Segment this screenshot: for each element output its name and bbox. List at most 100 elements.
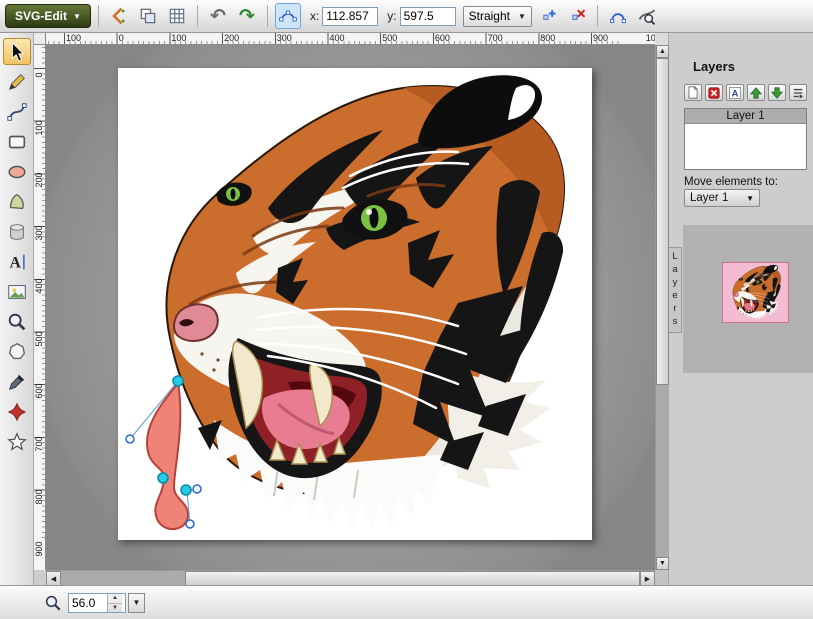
layers-panel-toggle-tab[interactable]: Layers: [669, 247, 682, 333]
toolbar-separator: [98, 5, 99, 27]
h-ruler: 1000100200300400500600700800900100: [46, 33, 655, 45]
polygon-tool-button[interactable]: [3, 338, 31, 365]
path-node-x-input[interactable]: [322, 7, 378, 26]
scroll-right-button[interactable]: ▶: [640, 571, 655, 586]
horizontal-scroll-thumb[interactable]: [185, 571, 640, 586]
back-button[interactable]: [106, 3, 132, 29]
path-anchor-node[interactable]: [158, 473, 168, 483]
zoom-tool-button[interactable]: [3, 308, 31, 335]
move-layer-down-button[interactable]: [768, 84, 786, 101]
zoom-spinner: ▲ ▼: [107, 594, 122, 612]
eyedropper-tool-button[interactable]: [3, 368, 31, 395]
image-tool-button[interactable]: [3, 278, 31, 305]
y-coordinate-label: y:: [387, 9, 396, 23]
scroll-down-icon: ▼: [659, 560, 666, 567]
clone-node-button[interactable]: [535, 3, 561, 29]
top-toolbar: SVG-Edit ▼ ↶ ↷: [0, 0, 813, 33]
v-ruler-label: 300: [34, 225, 44, 241]
ruler-end-gap: [655, 33, 668, 45]
side-tab-label: Layers: [670, 251, 681, 329]
canvas-workspace[interactable]: [46, 45, 655, 570]
open-path-button[interactable]: [605, 3, 631, 29]
text-tool-button[interactable]: A: [3, 248, 31, 275]
v-ruler-label: 600: [34, 383, 44, 399]
move-layer-up-button[interactable]: [747, 84, 765, 101]
clone-button[interactable]: [135, 3, 161, 29]
h-ruler-label: 400: [330, 33, 345, 43]
move-target-select[interactable]: Layer 1 ▼: [684, 189, 760, 207]
v-ruler-label: 400: [34, 278, 44, 294]
ellipse-tool-button[interactable]: [3, 158, 31, 185]
zoom-preset-dropdown[interactable]: ▼: [128, 593, 145, 613]
new-layer-button[interactable]: [684, 84, 702, 101]
link-control-points-button[interactable]: [275, 3, 301, 29]
path-anchor-node[interactable]: [181, 485, 191, 495]
scroll-left-button[interactable]: ◀: [46, 571, 61, 586]
delete-layer-button[interactable]: [705, 84, 723, 101]
v-ruler-label: 500: [34, 331, 44, 347]
delete-node-button[interactable]: [564, 3, 590, 29]
arrow-down-icon: [771, 87, 783, 99]
h-ruler-label: 500: [382, 33, 397, 43]
rename-layer-button[interactable]: A: [726, 84, 744, 101]
svg-text:A: A: [732, 87, 739, 98]
rectangle-icon: [6, 131, 28, 153]
undo-button[interactable]: ↶: [205, 3, 231, 29]
h-ruler-label: 800: [540, 33, 555, 43]
h-ruler-label: 100: [171, 33, 186, 43]
add-node-icon: [538, 6, 558, 26]
drawing-svg[interactable]: [118, 68, 592, 540]
left-toolbar: A: [0, 33, 34, 585]
path-control-handle[interactable]: [193, 485, 201, 493]
add-subpath-button[interactable]: [634, 3, 660, 29]
image-icon: [6, 281, 28, 303]
h-ruler-label: 700: [488, 33, 503, 43]
layer-row-selected[interactable]: Layer 1: [685, 109, 806, 124]
x-coordinate-label: x:: [310, 9, 319, 23]
tiger-artwork[interactable]: [167, 75, 564, 530]
select-tool-button[interactable]: [3, 38, 31, 65]
horizontal-scrollbar[interactable]: ◀ ▶: [46, 570, 655, 585]
path-control-handle[interactable]: [186, 520, 194, 528]
main-menu-button[interactable]: SVG-Edit ▼: [5, 4, 91, 28]
star-tool-button[interactable]: [3, 428, 31, 455]
shape-library-button[interactable]: [3, 398, 31, 425]
path-control-handle[interactable]: [126, 435, 134, 443]
layer-menu-button[interactable]: [789, 84, 807, 101]
selected-path[interactable]: [147, 383, 188, 529]
undo-icon: ↶: [210, 7, 226, 26]
spin-up-icon[interactable]: ▲: [108, 594, 122, 604]
path-anchor-node[interactable]: [173, 376, 183, 386]
polygon-icon: [6, 341, 28, 363]
v-ruler-label: 0: [34, 67, 44, 83]
redo-icon: ↷: [239, 7, 255, 26]
h-ruler-label: 600: [435, 33, 450, 43]
spin-down-icon[interactable]: ▼: [108, 604, 122, 613]
cylinder-tool-button[interactable]: [3, 218, 31, 245]
grid-button[interactable]: [164, 3, 190, 29]
grid-icon: [167, 6, 187, 26]
path-node-y-input[interactable]: [400, 7, 456, 26]
v-ruler-label: 700: [34, 436, 44, 452]
zoom-value-input[interactable]: [69, 594, 107, 612]
canvas-page[interactable]: [118, 68, 592, 540]
menu-lines-icon: [792, 87, 804, 99]
rect-tool-button[interactable]: [3, 128, 31, 155]
v-ruler: 0100200300400500600700800900: [34, 45, 46, 570]
path-tool-button[interactable]: [3, 188, 31, 215]
add-subpath-icon: [637, 6, 657, 26]
v-ruler-label: 900: [34, 541, 44, 557]
new-page-icon: [687, 86, 699, 99]
v-ruler-label: 100: [34, 120, 44, 136]
segment-type-select[interactable]: Straight ▼: [463, 6, 532, 27]
pencil-tool-button[interactable]: [3, 68, 31, 95]
vertical-scroll-thumb[interactable]: [656, 58, 669, 385]
line-tool-button[interactable]: [3, 98, 31, 125]
rename-icon: A: [729, 87, 741, 99]
vertical-scrollbar[interactable]: ▲ ▼: [655, 45, 668, 570]
move-target-value: Layer 1: [690, 192, 728, 204]
scroll-up-button[interactable]: ▲: [656, 45, 669, 58]
panel-preview-area: [683, 225, 813, 373]
redo-button[interactable]: ↷: [234, 3, 260, 29]
scroll-down-button[interactable]: ▼: [656, 557, 669, 570]
